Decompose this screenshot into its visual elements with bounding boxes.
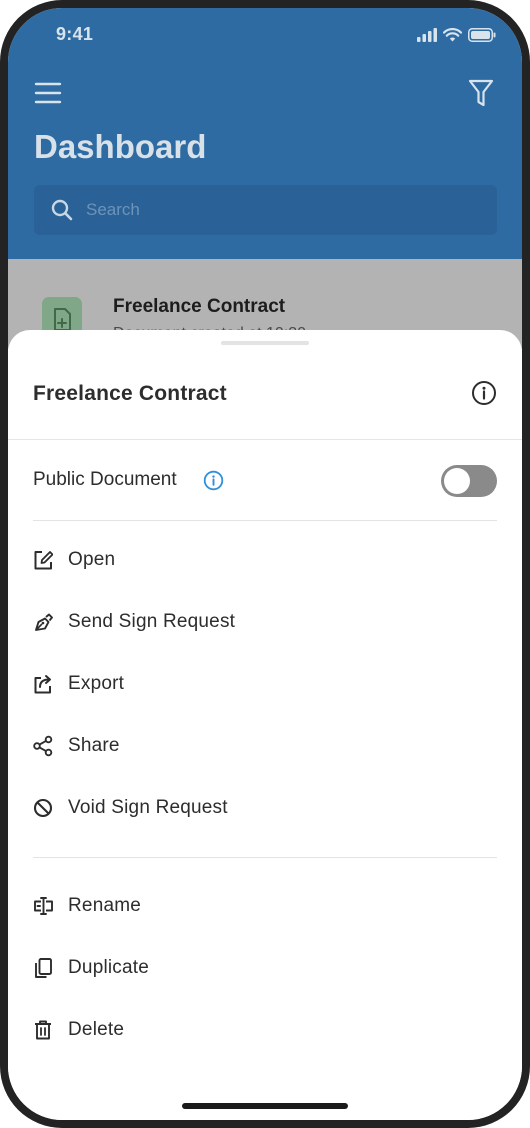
device-frame: 9:41 Dashboard Search Freelance Contract…	[0, 0, 530, 1128]
search-placeholder: Search	[86, 200, 140, 219]
rename-label: Rename	[68, 895, 142, 916]
filter-button[interactable]	[468, 78, 494, 108]
send-sign-request-action[interactable]: Send Sign Request	[33, 603, 433, 643]
menu-button[interactable]	[34, 80, 62, 106]
send-sign-request-label: Send Sign Request	[68, 611, 236, 632]
toggle-knob	[444, 468, 470, 494]
delete-label: Delete	[68, 1019, 125, 1040]
open-label: Open	[68, 549, 116, 570]
divider	[33, 857, 497, 858]
status-icons	[417, 27, 496, 43]
duplicate-action[interactable]: Duplicate	[33, 949, 433, 989]
rename-icon	[34, 897, 53, 915]
search-icon	[51, 199, 73, 221]
document-info-button[interactable]	[471, 380, 497, 406]
info-icon	[203, 470, 224, 491]
divider	[8, 439, 522, 440]
search-input[interactable]: Search	[34, 185, 497, 235]
public-document-row: Public Document	[33, 458, 497, 502]
open-action[interactable]: Open	[33, 541, 433, 581]
wifi-icon	[443, 28, 462, 42]
divider	[33, 520, 497, 521]
screen: 9:41 Dashboard Search Freelance Contract…	[8, 8, 522, 1120]
delete-action[interactable]: Delete	[33, 1011, 433, 1051]
export-label: Export	[68, 673, 125, 694]
export-action[interactable]: Export	[33, 665, 433, 705]
page-title: Dashboard	[34, 128, 207, 165]
pen-nib-icon	[35, 613, 53, 631]
export-icon	[34, 675, 51, 694]
share-label: Share	[68, 735, 120, 756]
trash-icon	[35, 1020, 51, 1040]
hamburger-icon	[34, 82, 62, 104]
app-header: 9:41 Dashboard Search	[8, 8, 522, 259]
sheet-title: Freelance Contract	[33, 382, 227, 405]
home-indicator[interactable]	[182, 1103, 348, 1109]
duplicate-icon	[35, 958, 52, 978]
void-sign-request-action[interactable]: Void Sign Request	[33, 789, 433, 829]
public-info-button[interactable]	[203, 470, 224, 491]
duplicate-label: Duplicate	[68, 957, 150, 978]
share-icon	[33, 735, 53, 757]
public-document-label: Public Document	[33, 469, 177, 490]
edit-icon	[34, 551, 53, 570]
public-document-toggle[interactable]	[441, 465, 497, 497]
void-sign-request-label: Void Sign Request	[68, 797, 228, 818]
rename-action[interactable]: Rename	[33, 887, 433, 927]
void-icon	[33, 798, 53, 818]
info-icon	[472, 381, 496, 405]
sheet-grabber[interactable]	[221, 341, 309, 345]
status-time: 9:41	[56, 24, 94, 44]
signal-icon	[417, 28, 437, 42]
actions-sheet: Freelance Contract Public Document Open …	[8, 330, 522, 1120]
share-action[interactable]: Share	[33, 727, 433, 767]
filter-icon	[468, 79, 494, 107]
battery-icon	[468, 28, 496, 42]
document-title[interactable]: Freelance Contract	[113, 296, 285, 318]
